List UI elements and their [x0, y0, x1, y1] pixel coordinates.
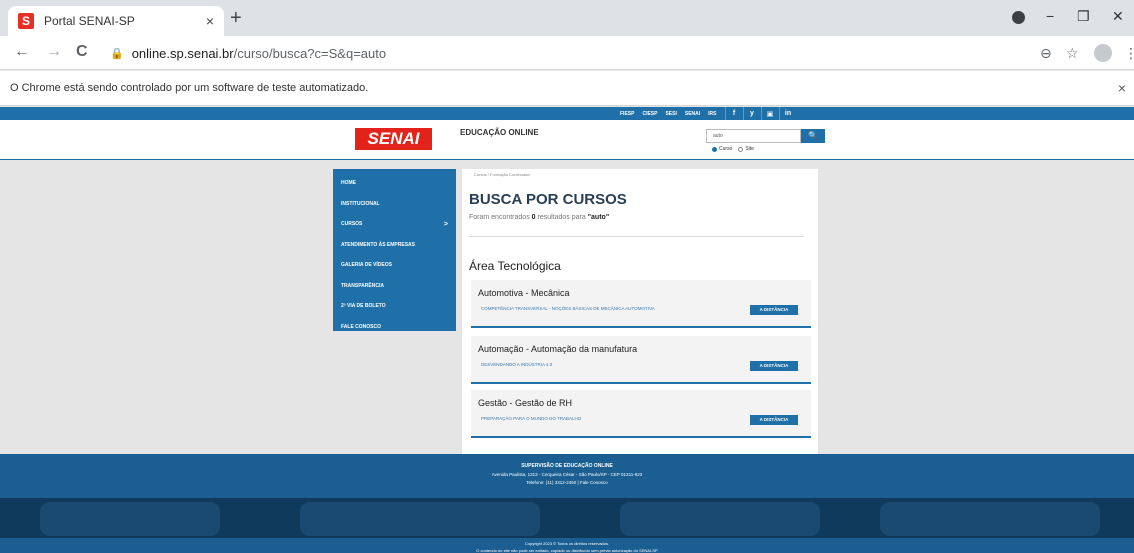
- menu-item-cursos[interactable]: CURSOS >: [333, 214, 456, 235]
- bookmark-star-icon[interactable]: ☆: [1066, 45, 1079, 62]
- site-topbar: FIESP CIESP SESI SENAI IRS f y ▣ in: [0, 107, 1134, 120]
- chevron-right-icon: >: [443, 220, 448, 228]
- url-host: online.sp.senai.br: [131, 45, 234, 61]
- profile-icon[interactable]: [1012, 11, 1025, 24]
- banner-shape: [40, 502, 220, 536]
- tab-title: Portal SENAI-SP: [44, 14, 135, 28]
- minimize-button[interactable]: −: [1046, 8, 1054, 24]
- course-title[interactable]: Automotiva - Mecânica: [478, 288, 570, 298]
- browser-tab[interactable]: S Portal SENAI-SP ×: [8, 6, 224, 36]
- browser-tabstrip: S Portal SENAI-SP × + − ❐ ✕: [0, 0, 1134, 36]
- course-title[interactable]: Gestão - Gestão de RH: [478, 398, 572, 408]
- reload-button[interactable]: C: [76, 43, 88, 61]
- breadcrumb[interactable]: Cursos / Formação Continuada: [474, 172, 530, 177]
- address-bar[interactable]: 🔒 online.sp.senai.br /curso/busca?c=S&q=…: [110, 41, 1030, 65]
- modality-badge: A DISTÂNCIA: [750, 361, 798, 371]
- topbar-link-sesi[interactable]: SESI: [665, 111, 676, 117]
- menu-item-atendimento[interactable]: ATENDIMENTO ÀS EMPRESAS: [333, 235, 456, 256]
- footer-phone[interactable]: Telefone: (11) 3312-2450 | Fale Conosco: [0, 480, 1134, 485]
- course-subtitle[interactable]: COMPETÊNCIA TRANSVERSAL - NOÇÕES BÁSICAS…: [481, 306, 655, 311]
- results-query: "auto": [587, 214, 610, 221]
- radio-site[interactable]: [738, 146, 744, 152]
- lock-icon: 🔒: [110, 47, 124, 60]
- senai-favicon-icon: S: [18, 13, 34, 29]
- search-button[interactable]: 🔍: [801, 129, 825, 143]
- page-title: BUSCA POR CURSOS: [469, 191, 627, 208]
- area-title: Área Tecnológica: [469, 259, 561, 273]
- site-subtitle: EDUCAÇÃO ONLINE: [460, 128, 539, 137]
- course-title[interactable]: Automação - Automação da manufatura: [478, 344, 637, 354]
- copyright-text: Copyright 2023 © Todos os direitos reser…: [524, 541, 610, 546]
- course-subtitle[interactable]: DESVENDANDO A INDÚSTRIA 4.0: [481, 362, 552, 367]
- topbar-links: FIESP CIESP SESI SENAI IRS f y ▣ in: [620, 107, 797, 120]
- new-tab-button[interactable]: +: [230, 8, 242, 28]
- results-summary: Foram encontrados 0 resultados para "aut…: [469, 214, 610, 221]
- menu-item-galeria[interactable]: GALERIA DE VÍDEOS: [333, 255, 456, 276]
- zoom-icon[interactable]: ⊖: [1040, 45, 1052, 62]
- browser-toolbar: ← → C 🔒 online.sp.senai.br /curso/busca?…: [0, 36, 1134, 70]
- youtube-icon[interactable]: ▣: [760, 107, 779, 120]
- radio-curso[interactable]: [712, 146, 717, 152]
- topbar-link-ciesp[interactable]: CIESP: [642, 111, 657, 117]
- maximize-button[interactable]: ❐: [1077, 8, 1090, 25]
- topbar-link-senai[interactable]: SENAI: [685, 111, 700, 117]
- back-button[interactable]: ←: [14, 43, 30, 61]
- banner-shape: [620, 502, 820, 536]
- menu-item-transparencia[interactable]: TRANSPARÊNCIA: [333, 276, 456, 297]
- menu-item-boleto[interactable]: 2ª VIA DE BOLETO: [333, 296, 456, 317]
- side-menu: HOME INSTITUCIONAL CURSOS > ATENDIMENTO À…: [333, 169, 456, 331]
- search-scope-radios: Curso Site: [712, 146, 760, 152]
- modality-badge: A DISTÂNCIA: [750, 415, 798, 425]
- banner-shape: [300, 502, 540, 536]
- site-header: SENAI EDUCAÇÃO ONLINE auto 🔍 Curso Site: [0, 120, 1134, 160]
- radio-curso-label: Curso: [719, 146, 733, 152]
- topbar-link-irs[interactable]: IRS: [708, 111, 716, 117]
- search-input[interactable]: auto: [706, 129, 801, 143]
- url-path: /curso/busca?c=S&q=auto: [233, 45, 387, 61]
- menu-item-home[interactable]: HOME: [333, 173, 456, 194]
- tab-close-icon[interactable]: ×: [206, 13, 214, 29]
- footer-banner: [0, 498, 1134, 538]
- course-card[interactable]: Gestão - Gestão de RH PREPARAÇÃO PARA O …: [471, 390, 811, 438]
- close-window-button[interactable]: ✕: [1112, 8, 1124, 25]
- divider: [469, 236, 804, 237]
- banner-shape: [880, 502, 1100, 536]
- course-card[interactable]: Automação - Automação da manufatura DESV…: [471, 336, 811, 384]
- copyright-notice: O conteúdo do site não pode ser editado,…: [476, 548, 658, 553]
- menu-item-institucional[interactable]: INSTITUCIONAL: [333, 194, 456, 215]
- automation-infobar: O Chrome está sendo controlado por um so…: [0, 71, 1134, 106]
- linkedin-icon[interactable]: in: [778, 107, 797, 120]
- forward-button[interactable]: →: [46, 43, 62, 61]
- twitter-icon[interactable]: y: [742, 107, 761, 120]
- topbar-link-fiesp[interactable]: FIESP: [620, 111, 634, 117]
- menu-item-fale-conosco[interactable]: FALE CONOSCO: [333, 317, 456, 338]
- infobar-close-icon[interactable]: ×: [1118, 80, 1126, 96]
- avatar[interactable]: [1094, 44, 1112, 62]
- site-footer: SUPERVISÃO DE EDUCAÇÃO ONLINE Avenida Pa…: [0, 454, 1134, 498]
- course-subtitle[interactable]: PREPARAÇÃO PARA O MUNDO DO TRABALHO: [481, 416, 581, 421]
- footer-copyright: Copyright 2023 © Todos os direitos reser…: [0, 538, 1134, 553]
- main-content: Cursos / Formação Continuada BUSCA POR C…: [462, 169, 818, 454]
- modality-badge: A DISTÂNCIA: [750, 305, 798, 315]
- course-card[interactable]: Automotiva - Mecânica COMPETÊNCIA TRANSV…: [471, 280, 811, 328]
- infobar-message: O Chrome está sendo controlado por um so…: [10, 82, 369, 94]
- browser-menu-icon[interactable]: ⋮: [1124, 45, 1134, 62]
- footer-title: SUPERVISÃO DE EDUCAÇÃO ONLINE: [521, 463, 613, 469]
- senai-logo[interactable]: SENAI: [355, 128, 432, 150]
- footer-address: Avenida Paulista, 1313 - Cerqueira César…: [491, 472, 643, 477]
- facebook-icon[interactable]: f: [724, 107, 743, 120]
- radio-site-label: Site: [745, 146, 754, 152]
